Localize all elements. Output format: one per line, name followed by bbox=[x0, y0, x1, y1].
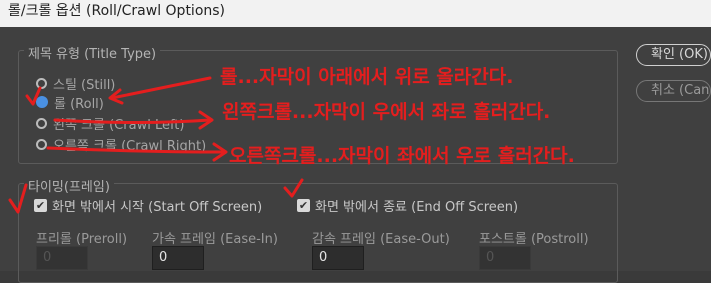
arrow-crawl-right bbox=[46, 146, 227, 154]
check-mark-start bbox=[8, 183, 28, 214]
annotation-crawl-right: 오른쪽크롤...자막이 좌에서 우로 흘러간다. bbox=[229, 145, 575, 167]
annotation-roll: 롤...자막이 아래에서 위로 올라간다. bbox=[220, 66, 514, 88]
annotation-overlay bbox=[8, 76, 304, 214]
arrow-roll bbox=[110, 76, 212, 100]
check-mark-end bbox=[283, 178, 304, 198]
arrow-crawl-left bbox=[53, 118, 212, 124]
annotation-crawl-left: 왼쪽크롤...자막이 우에서 좌로 흘러간다. bbox=[222, 101, 551, 123]
check-mark-roll bbox=[25, 86, 42, 106]
